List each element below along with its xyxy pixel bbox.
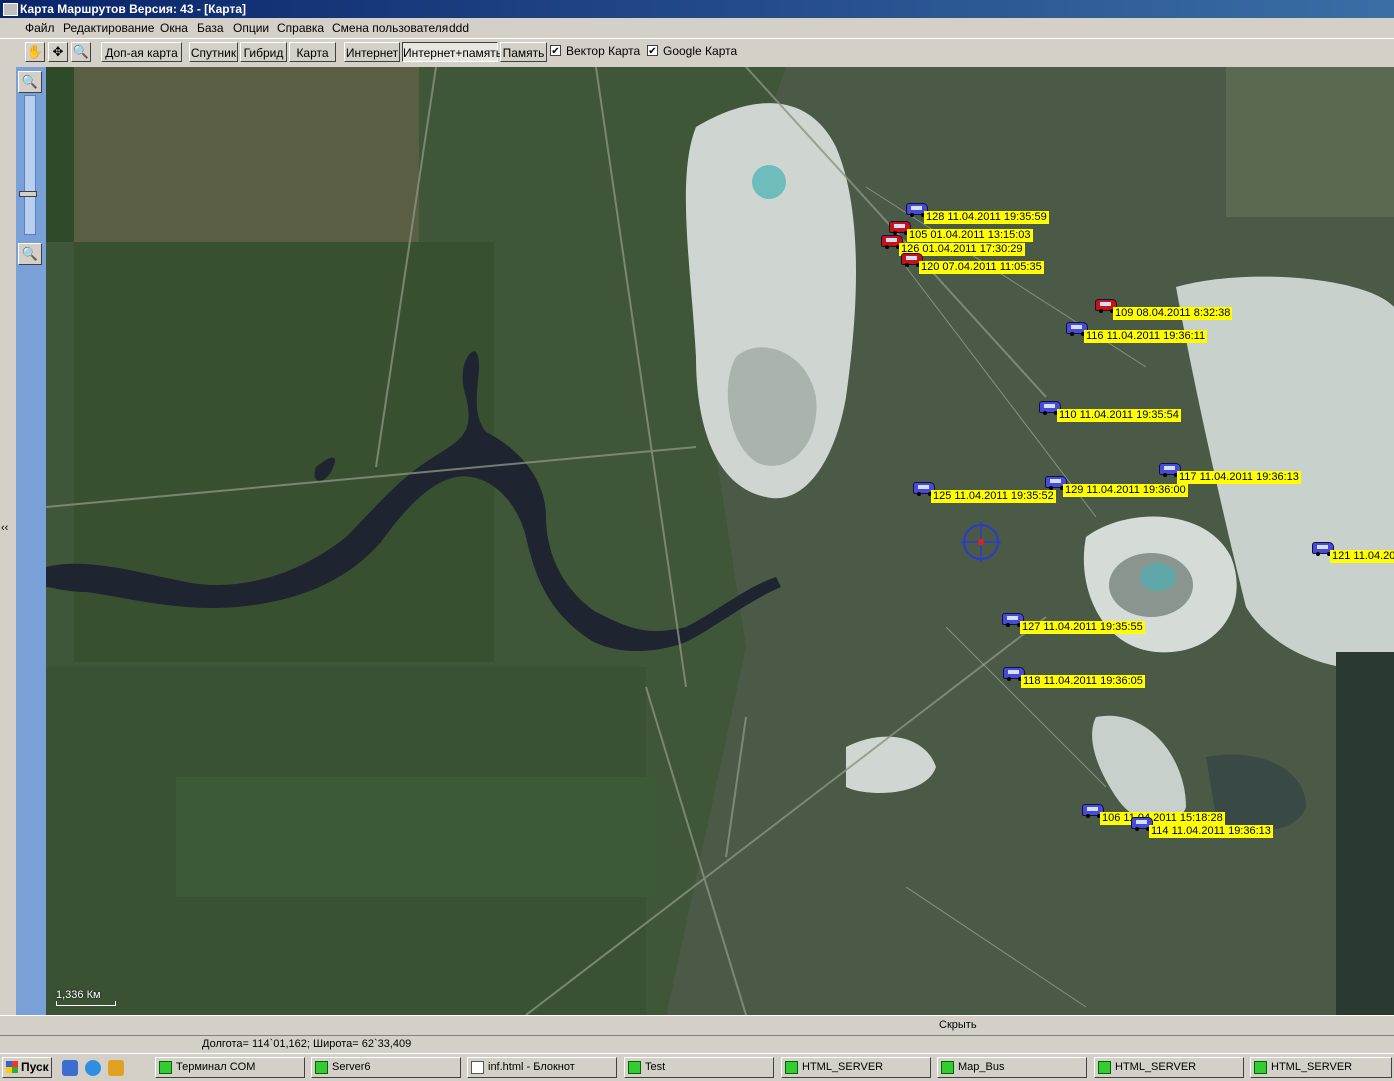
- taskbar-item[interactable]: Терминал COM: [155, 1057, 305, 1078]
- memory-button[interactable]: Память: [500, 42, 547, 62]
- vector-map-checkbox[interactable]: ✔: [550, 45, 561, 57]
- windows-logo-icon: [6, 1061, 18, 1073]
- vehicle-label: 110 11.04.2011 19:35:54: [1057, 409, 1181, 422]
- toolbar: ✋ ✥ 🔍 Доп-ая карта Спутник Гибрид Карта …: [0, 39, 1394, 68]
- left-collapse-panel: ‹‹: [0, 67, 16, 1015]
- vehicle-label: 117 11.04.2011 19:36:13: [1177, 471, 1301, 484]
- vehicle-label: 125 11.04.2011 19:35:52: [931, 490, 1056, 503]
- hide-button[interactable]: Скрыть: [939, 1019, 977, 1031]
- taskbar-item[interactable]: Server6: [311, 1057, 461, 1078]
- zoom-search-icon[interactable]: 🔍: [71, 42, 91, 62]
- app-icon: [628, 1061, 641, 1074]
- taskbar-item[interactable]: HTML_SERVER: [1250, 1057, 1392, 1078]
- task-label: Map_Bus: [958, 1061, 1005, 1073]
- zoom-bar: 🔍 🔍: [16, 67, 46, 1015]
- vehicle-label: 128 11.04.2011 19:35:59: [924, 211, 1049, 224]
- zoom-in-icon[interactable]: 🔍: [18, 71, 42, 93]
- taskbar-item[interactable]: Map_Bus: [937, 1057, 1087, 1078]
- app-icon: [785, 1061, 798, 1074]
- desktop-icon[interactable]: [62, 1060, 78, 1076]
- menu-edit[interactable]: Редактирование: [63, 21, 154, 35]
- start-button[interactable]: Пуск: [2, 1057, 52, 1078]
- satellite-map[interactable]: 128 11.04.2011 19:35:59 105 01.04.2011 1…: [46, 67, 1394, 1015]
- menu-ddd[interactable]: ddd: [449, 21, 469, 35]
- zoom-out-icon[interactable]: 🔍: [18, 243, 42, 265]
- map-button[interactable]: Карта: [289, 42, 336, 62]
- task-label: HTML_SERVER: [1271, 1061, 1353, 1073]
- hand-pan-icon[interactable]: ✋: [25, 42, 45, 62]
- internet-explorer-icon[interactable]: [85, 1060, 101, 1076]
- move-arrows-icon[interactable]: ✥: [48, 42, 68, 62]
- vehicle-label: 114 11.04.2011 19:36:13: [1149, 825, 1273, 838]
- vehicle-label: 118 11.04.2011 19:36:05: [1021, 675, 1145, 688]
- task-label: HTML_SERVER: [1115, 1061, 1197, 1073]
- task-label: HTML_SERVER: [802, 1061, 884, 1073]
- satellite-imagery: [46, 67, 1394, 1015]
- vehicle-label: 129 11.04.2011 19:36:00: [1063, 484, 1188, 497]
- vehicle-label: 109 08.04.2011 8:32:38: [1113, 307, 1233, 320]
- extra-map-button[interactable]: Доп-ая карта: [101, 42, 182, 62]
- google-map-label: Google Карта: [663, 44, 738, 58]
- app-icon: [315, 1061, 328, 1074]
- menu-options[interactable]: Опции: [233, 21, 269, 35]
- vehicle-label: 106 11.04.2011 15:18:28: [1100, 812, 1225, 825]
- taskbar-item[interactable]: HTML_SERVER: [1094, 1057, 1244, 1078]
- menu-switch-user[interactable]: Смена пользователя: [332, 21, 448, 35]
- vehicle-label: 120 07.04.2011 11:05:35: [919, 261, 1044, 274]
- menu-bar: Файл Редактирование Окна База Опции Спра…: [0, 18, 1394, 39]
- taskbar-item[interactable]: Test: [624, 1057, 774, 1078]
- start-label: Пуск: [21, 1060, 49, 1074]
- task-label: Server6: [332, 1061, 371, 1073]
- coordinates-readout: Долгота= 114`01,162; Широта= 62`33,409: [202, 1038, 412, 1050]
- app-icon: [941, 1061, 954, 1074]
- satellite-button[interactable]: Спутник: [189, 42, 238, 62]
- app-icon: [3, 3, 18, 16]
- menu-database[interactable]: База: [197, 21, 224, 35]
- vehicle-label: 116 11.04.2011 19:36:11: [1084, 330, 1208, 343]
- vehicle-label: 105 01.04.2011 13:15:03: [907, 229, 1033, 242]
- internet-memory-button[interactable]: Интернет+память: [402, 42, 502, 62]
- internet-button[interactable]: Интернет: [344, 42, 400, 62]
- menu-file[interactable]: Файл: [25, 21, 55, 35]
- taskbar: Пуск Терминал COM Server6 inf.html - Бло…: [0, 1053, 1394, 1081]
- scale-label: 1,336 Км: [56, 989, 101, 1001]
- notepad-icon: [471, 1061, 484, 1074]
- task-label: Test: [645, 1061, 666, 1073]
- scale-bar: [56, 1001, 116, 1006]
- app-icon: [1254, 1061, 1267, 1074]
- hide-panel-bar: Скрыть: [0, 1015, 1394, 1036]
- menu-help[interactable]: Справка: [277, 21, 324, 35]
- window-title: Карта Маршрутов Версия: 43 - [Карта]: [20, 2, 247, 16]
- media-player-icon[interactable]: [108, 1060, 124, 1076]
- google-map-checkbox[interactable]: ✔: [647, 45, 658, 57]
- status-bar: Долгота= 114`01,162; Широта= 62`33,409: [0, 1035, 1394, 1054]
- zoom-slider-track[interactable]: [24, 95, 36, 235]
- task-label: inf.html - Блокнот: [488, 1061, 575, 1073]
- vector-map-label: Вектор Карта: [566, 44, 641, 58]
- vehicle-label: 127 11.04.2011 19:35:55: [1020, 621, 1145, 634]
- taskbar-item[interactable]: inf.html - Блокнот: [467, 1057, 617, 1078]
- task-label: Терминал COM: [176, 1061, 256, 1073]
- taskbar-item[interactable]: HTML_SERVER: [781, 1057, 931, 1078]
- hybrid-button[interactable]: Гибрид: [240, 42, 287, 62]
- title-bar[interactable]: Карта Маршрутов Версия: 43 - [Карта]: [0, 0, 1394, 18]
- app-icon: [159, 1061, 172, 1074]
- crosshair-icon: [961, 522, 1001, 562]
- app-icon: [1098, 1061, 1111, 1074]
- menu-windows[interactable]: Окна: [160, 21, 188, 35]
- zoom-slider-thumb[interactable]: [19, 191, 37, 197]
- collapse-arrow-icon[interactable]: ‹‹: [1, 522, 8, 534]
- vehicle-label: 121 11.04.20: [1330, 550, 1394, 563]
- map-scale: 1,336 Км: [56, 989, 116, 1006]
